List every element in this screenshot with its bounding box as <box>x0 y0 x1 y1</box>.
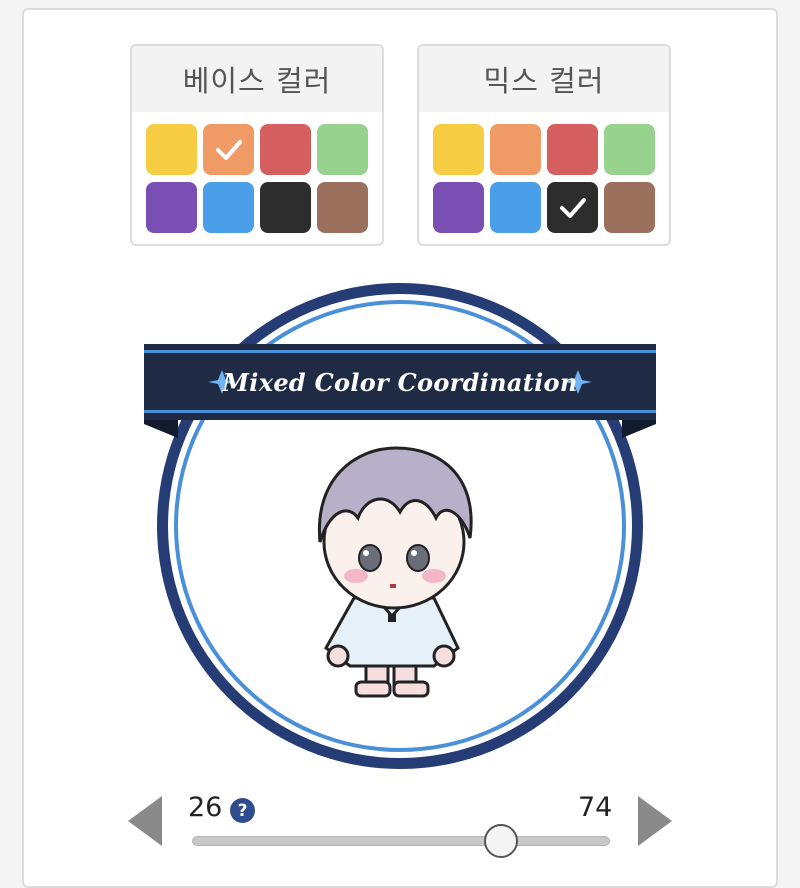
base-color-palette: 베이스 컬러 <box>130 44 384 246</box>
base-ratio-value: 26 <box>188 792 223 823</box>
help-icon[interactable]: ? <box>230 798 255 823</box>
mix-swatch-blue[interactable] <box>490 182 541 233</box>
mix-color-palette: 믹스 컬러 <box>417 44 671 246</box>
mix-ratio-value: 74 <box>578 792 613 823</box>
banner-title: Mixed Color Coordination <box>222 367 578 397</box>
mix-swatch-orange[interactable] <box>490 124 541 175</box>
base-swatch-blue[interactable] <box>203 182 254 233</box>
mix-color-title: 믹스 컬러 <box>419 46 669 112</box>
base-swatch-purple[interactable] <box>146 182 197 233</box>
base-swatch-brown[interactable] <box>317 182 368 233</box>
mix-swatch-brown[interactable] <box>604 182 655 233</box>
character-preview: Mixed Color Coordination <box>144 280 656 774</box>
base-swatch-red[interactable] <box>260 124 311 175</box>
mix-swatch-red[interactable] <box>547 124 598 175</box>
mix-swatch-grid <box>419 112 669 233</box>
base-swatch-black[interactable] <box>260 182 311 233</box>
base-swatch-green[interactable] <box>317 124 368 175</box>
mix-swatch-purple[interactable] <box>433 182 484 233</box>
mix-swatch-black[interactable] <box>547 182 598 233</box>
character-avatar <box>317 446 473 698</box>
left-arrow-icon[interactable] <box>128 796 162 846</box>
slider-track[interactable] <box>192 836 610 846</box>
mix-swatch-yellow[interactable] <box>433 124 484 175</box>
ratio-slider-row: 26 ? 74 <box>0 784 800 868</box>
check-icon <box>203 124 254 175</box>
mix-swatch-green[interactable] <box>604 124 655 175</box>
slider-thumb[interactable] <box>484 824 519 858</box>
base-swatch-yellow[interactable] <box>146 124 197 175</box>
base-swatch-grid <box>132 112 382 233</box>
right-arrow-icon[interactable] <box>638 796 672 846</box>
base-color-title: 베이스 컬러 <box>132 46 382 112</box>
base-swatch-orange[interactable] <box>203 124 254 175</box>
check-icon <box>547 182 598 233</box>
